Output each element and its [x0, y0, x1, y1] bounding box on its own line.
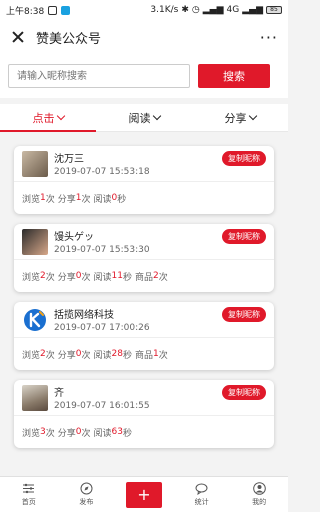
- chevron-down-icon: [248, 111, 257, 120]
- visit-stats: 浏览 2 次 分享 0 次 阅读 11 秒 商品 2 次: [14, 260, 274, 292]
- unit: 次: [45, 350, 55, 361]
- copy-nickname-button[interactable]: 复制昵称: [222, 151, 266, 166]
- read-label: 阅读: [93, 428, 112, 439]
- tab-label: 点击: [32, 111, 55, 125]
- unit: 秒: [123, 272, 133, 283]
- nav-home[interactable]: 首页: [0, 477, 58, 512]
- browse-label: 浏览: [22, 350, 41, 361]
- copy-nickname-button[interactable]: 复制昵称: [222, 385, 266, 400]
- bluetooth-icon: ✱: [181, 5, 189, 15]
- more-menu-button[interactable]: ···: [260, 28, 278, 47]
- unit: 秒: [117, 194, 127, 205]
- copy-nickname-button[interactable]: 复制昵称: [222, 229, 266, 244]
- add-button[interactable]: +: [125, 481, 162, 508]
- browse-label: 浏览: [22, 428, 41, 439]
- sliders-icon: [22, 482, 35, 495]
- search-button[interactable]: 搜索: [198, 64, 270, 88]
- tab-clicks[interactable]: 点击: [0, 104, 96, 132]
- app-notification-icon: [61, 5, 71, 15]
- signal-icon-2: ▂▄▆: [242, 5, 263, 15]
- unit: 次: [45, 272, 55, 283]
- visit-stats: 浏览 2 次 分享 0 次 阅读 28 秒 商品 1 次: [14, 338, 274, 370]
- title-bar: 赞美公众号 ···: [0, 20, 288, 54]
- page-title: 赞美公众号: [36, 31, 102, 47]
- unit: 秒: [123, 428, 133, 439]
- chat-bubble-icon: [195, 482, 208, 495]
- network-type: 4G: [226, 5, 240, 15]
- unit: 次: [81, 350, 91, 361]
- nav-label: 首页: [21, 498, 36, 506]
- tab-label: 分享: [224, 111, 247, 125]
- battery-icon: 85: [266, 6, 282, 14]
- sort-tabs: 点击 阅读 分享: [0, 104, 288, 132]
- chevron-down-icon: [56, 111, 65, 120]
- share-label: 分享: [57, 428, 76, 439]
- unit: 次: [81, 428, 91, 439]
- avatar: [22, 150, 48, 177]
- goods-label: 商品: [135, 350, 154, 361]
- signal-icon: ▂▄▆: [202, 5, 224, 15]
- search-row: 搜索: [0, 54, 288, 98]
- tab-reads[interactable]: 阅读: [96, 104, 192, 131]
- visit-time: 2019-07-07 16:01:55: [54, 401, 150, 411]
- nav-mine[interactable]: 我的: [230, 477, 288, 512]
- search-input[interactable]: [8, 64, 190, 88]
- tab-label: 阅读: [128, 111, 151, 125]
- nav-publish[interactable]: 发布: [58, 477, 116, 512]
- visitor-card: 齐 2019-07-07 16:01:55 复制昵称 浏览 3 次 分享 0 次 阅读 6…: [14, 380, 274, 448]
- unit: 次: [158, 350, 168, 361]
- share-label: 分享: [57, 194, 76, 205]
- visitor-name: 括揽网络科技: [54, 310, 114, 321]
- copy-nickname-button[interactable]: 复制昵称: [222, 307, 266, 322]
- visit-stats: 浏览 3 次 分享 0 次 阅读 63 秒: [14, 416, 274, 448]
- compass-icon: [80, 482, 93, 495]
- browse-label: 浏览: [22, 194, 41, 205]
- user-icon: [252, 482, 266, 495]
- read-seconds: 63: [111, 427, 123, 437]
- tab-shares[interactable]: 分享: [192, 104, 288, 131]
- visitor-card: 馒头ゲッ 2019-07-07 15:53:30 复制昵称 浏览 2 次 分享 0 次 …: [14, 224, 274, 292]
- unit: 次: [158, 272, 168, 283]
- company-logo: [22, 306, 48, 333]
- nav-label: 发布: [79, 498, 94, 506]
- nav-label: 我的: [252, 498, 267, 506]
- visit-time: 2019-07-07 17:00:26: [54, 323, 150, 333]
- visitor-card: 沈万三 2019-07-07 15:53:18 复制昵称 浏览 1 次 分享 1 次 阅…: [14, 146, 274, 214]
- read-label: 阅读: [93, 350, 112, 361]
- visit-time: 2019-07-07 15:53:18: [54, 167, 150, 177]
- read-label: 阅读: [93, 194, 112, 205]
- unit: 次: [81, 194, 91, 205]
- chevron-down-icon: [152, 111, 161, 120]
- visitor-name: 沈万三: [54, 154, 84, 165]
- read-label: 阅读: [93, 272, 112, 283]
- browse-label: 浏览: [22, 272, 41, 283]
- status-bar: 上午8:38 3.1K/s ✱ ◷ ▂▄▆ 4G ▂▄▆ 85: [0, 0, 288, 20]
- k-logo-icon: [24, 308, 46, 331]
- close-icon[interactable]: [10, 29, 26, 45]
- visitor-name: 齐: [54, 388, 64, 399]
- network-speed: 3.1K/s: [150, 5, 179, 15]
- avatar: [22, 228, 48, 255]
- visit-stats: 浏览 1 次 分享 1 次 阅读 0 秒: [14, 182, 274, 214]
- visitor-card: 括揽网络科技 2019-07-07 17:00:26 复制昵称 浏览 2 次 分享 0…: [14, 302, 274, 370]
- avatar: [22, 384, 48, 411]
- visit-time: 2019-07-07 15:53:30: [54, 245, 150, 255]
- read-seconds: 28: [111, 349, 123, 359]
- unit: 次: [81, 272, 91, 283]
- status-time: 上午8:38: [6, 6, 45, 17]
- unit: 秒: [123, 350, 133, 361]
- nav-stats[interactable]: 统计: [173, 477, 231, 512]
- alarm-icon: ◷: [191, 5, 200, 15]
- bottom-nav: 首页 发布 + 统计 我的: [0, 476, 288, 512]
- nav-add: +: [115, 477, 173, 512]
- unit: 次: [45, 194, 55, 205]
- visitor-name: 馒头ゲッ: [54, 232, 94, 243]
- nav-label: 统计: [194, 498, 209, 506]
- unit: 次: [45, 428, 55, 439]
- share-label: 分享: [57, 350, 76, 361]
- notification-icon: [48, 5, 58, 15]
- read-seconds: 11: [111, 271, 123, 281]
- share-label: 分享: [57, 272, 76, 283]
- goods-label: 商品: [135, 272, 154, 283]
